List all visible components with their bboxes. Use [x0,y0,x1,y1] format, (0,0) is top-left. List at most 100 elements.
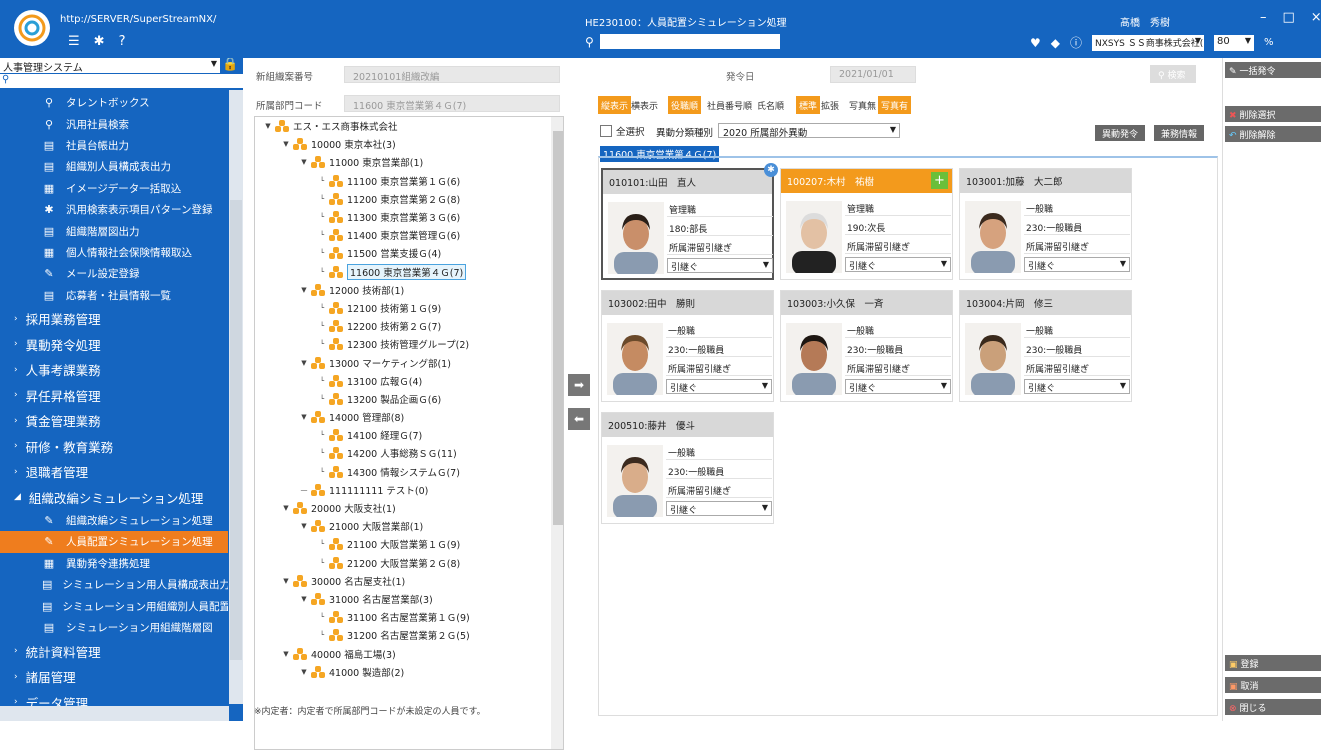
sidebar-item[interactable]: ✎ 組織改編シミュレーション処理 [0,510,228,531]
sidebar-item[interactable]: ▤ シミュレーション用組織階層図 [0,617,228,638]
tree-node[interactable]: └ 21200 大阪営業第２Ｇ(8) [255,554,550,572]
handover-select[interactable]: 引継ぐ ▼ [667,258,773,273]
view-toggle-button[interactable]: 写真無 [846,96,879,114]
tree-node[interactable]: ▼ 20000 大阪支社(1) [255,499,550,517]
tree-node[interactable]: ▼ 12000 技術部(1) [255,281,550,299]
tree-node[interactable]: └ 11300 東京営業第３Ｇ(6) [255,208,550,226]
view-toggle-button[interactable]: 拡張 [818,96,842,114]
tree-node[interactable]: └ 14100 経理Ｇ(7) [255,426,550,444]
tree-node[interactable]: ▼ 31000 名古屋営業部(3) [255,590,550,608]
register-button[interactable]: ▣ 登録 [1225,655,1321,671]
search-button[interactable]: ⚲ 検索 [1150,65,1196,83]
tree-node[interactable]: └ 11600 東京営業第４Ｇ(7) [255,263,550,281]
heart-icon[interactable]: ♥ [1030,36,1041,50]
sidebar-search-input[interactable]: ⚲ [0,74,243,88]
sidebar-item[interactable]: › 研修・教育業務 [0,433,228,459]
tree-node[interactable]: ▼ 14000 管理部(8) [255,408,550,426]
tree-node[interactable]: ▼ エス・エス商事株式会社 [255,117,550,135]
employee-card[interactable]: 100207:木村 祐樹 管理職 190:次長 所属滞留引継ぎ 引継ぐ ▼ + [780,168,953,280]
sidebar-item[interactable]: ▤ シミュレーション用組織別人員配置 [0,595,228,616]
close-button[interactable]: ⊗ 閉じる [1225,699,1321,715]
employee-card[interactable]: 103002:田中 勝則 一般職 230:一般職員 所属滞留引継ぎ 引継ぐ ▼ [601,290,774,402]
settings-badge-icon[interactable]: ✱ [764,163,778,177]
tree-scrollbar[interactable] [551,117,563,749]
select-all-checkbox[interactable]: 全選択 [600,124,645,138]
tree-node[interactable]: └ 12200 技術第２Ｇ(7) [255,317,550,335]
move-left-button[interactable]: ⬅ [568,408,590,430]
sidebar-item[interactable]: ✎ メール設定登録 [0,263,228,284]
tree-node[interactable]: └ 11500 営業支援Ｇ(4) [255,244,550,262]
expand-icon[interactable]: ▼ [281,504,291,512]
concurrent-button[interactable]: 兼務情報 [1154,125,1205,141]
expand-icon[interactable]: ▼ [299,595,309,603]
tree-node[interactable]: └ 12100 技術第１Ｇ(9) [255,299,550,317]
category-select[interactable]: 2020 所属部外異動 ▼ [718,123,900,139]
sidebar-item[interactable]: › 諸届管理 [0,664,228,690]
minimize-icon[interactable]: – [1260,10,1267,25]
sidebar-item[interactable]: ✎ 人員配置シミュレーション処理 [0,531,228,553]
expand-icon[interactable]: ▼ [263,122,273,130]
expand-icon[interactable]: ▼ [299,359,309,367]
menu-icon[interactable]: ☰ [68,34,80,49]
handover-select[interactable]: 引継ぐ ▼ [666,379,772,394]
tree-node[interactable]: ▼ 13000 マーケティング部(1) [255,353,550,371]
info-icon[interactable]: ⓘ [1070,34,1082,51]
tree-node[interactable]: └ 14300 情報システムＧ(7) [255,463,550,481]
sidebar-item[interactable]: › 昇任昇格管理 [0,382,228,408]
header-search-input[interactable] [599,34,780,49]
sidebar-item[interactable]: ▤ 社員台帳出力 [0,135,228,156]
sidebar-scrollbar[interactable] [229,90,243,704]
help-icon[interactable]: ? [119,34,126,49]
handover-select[interactable]: 引継ぐ ▼ [666,501,772,516]
expand-icon[interactable]: ▼ [281,650,291,658]
sidebar-item[interactable]: › 異動発令処理 [0,331,228,357]
tree-node[interactable]: └ 12300 技術管理グループ(2) [255,335,550,353]
sidebar-item[interactable]: ◢ 組織改編シミュレーション処理 [0,484,228,510]
sidebar-item[interactable]: › 賃金管理業務 [0,408,228,434]
tree-node[interactable]: └ 21100 大阪営業第１Ｇ(9) [255,535,550,553]
close-icon[interactable]: × [1311,10,1321,25]
tag-icon[interactable]: ◆ [1051,36,1060,50]
order-button[interactable]: 異動発令 [1095,125,1146,141]
employee-card[interactable]: 103003:小久保 一斉 一般職 230:一般職員 所属滞留引継ぎ 引継ぐ ▼ [780,290,953,402]
view-toggle-button[interactable]: 社員番号順 [704,96,755,114]
view-toggle-button[interactable]: 役職順 [668,96,702,114]
delete-select-button[interactable]: ✖ 削除選択 [1225,106,1321,122]
tree-node[interactable]: └ 11100 東京営業第１Ｇ(6) [255,172,550,190]
tree-node[interactable]: └ 31100 名古屋営業第１Ｇ(9) [255,608,550,626]
sidebar-item[interactable]: ⚲ タレントボックス [0,92,228,113]
sidebar-item[interactable]: ▦ イメージデータ一括取込 [0,178,228,199]
handover-select[interactable]: 引継ぐ ▼ [845,379,951,394]
lock-icon[interactable]: 🔒 [222,58,238,72]
gear-icon[interactable]: ✱ [94,34,105,49]
expand-icon[interactable]: ▼ [299,158,309,166]
handover-select[interactable]: 引継ぐ ▼ [1024,379,1130,394]
maximize-icon[interactable]: □ [1283,10,1295,25]
employee-card[interactable]: 103001:加藤 大二郎 一般職 230:一般職員 所属滞留引継ぎ 引継ぐ ▼ [959,168,1132,280]
sidebar-item[interactable]: ✱ 汎用検索表示項目パターン登録 [0,199,228,220]
sidebar-item[interactable]: ▦ 異動発令連携処理 [0,553,228,574]
sidebar-item[interactable]: ▦ 個人情報社会保険情報取込 [0,242,228,263]
tree-node[interactable]: ▼ 21000 大阪営業部(1) [255,517,550,535]
sidebar-item[interactable]: ▤ 組織階層図出力 [0,220,228,241]
tree-node[interactable]: — 111111111 テスト(0) [255,481,550,499]
sidebar-item[interactable]: ⚲ 汎用社員検索 [0,113,228,134]
expand-icon[interactable]: ▼ [299,286,309,294]
tree-node[interactable]: └ 11200 東京営業第２Ｇ(8) [255,190,550,208]
view-toggle-button[interactable]: 標準 [796,96,821,114]
tree-node[interactable]: └ 13100 広報Ｇ(4) [255,372,550,390]
sidebar-hscrollbar[interactable] [0,706,229,721]
tree-node[interactable]: └ 14200 人事総務ＳＧ(11) [255,444,550,462]
org-no-field[interactable]: 20210101組織改編 [344,66,560,83]
expand-icon[interactable]: ▼ [299,668,309,676]
tree-node[interactable]: └ 31200 名古屋営業第２Ｇ(5) [255,626,550,644]
cancel-button[interactable]: ▣ 取消 [1225,677,1321,693]
handover-select[interactable]: 引継ぐ ▼ [845,257,951,272]
zoom-select[interactable]: 80 ▼ [1214,34,1255,51]
tree-node[interactable]: ▼ 10000 東京本社(3) [255,135,550,153]
tree-node[interactable]: └ 11400 東京営業管理Ｇ(6) [255,226,550,244]
view-toggle-button[interactable]: 写真有 [878,96,912,114]
sidebar-item[interactable]: ▤ 組織別人員構成表出力 [0,156,228,177]
sidebar-item[interactable]: › 人事考課業務 [0,357,228,383]
tree-node[interactable]: ▼ 41000 製造部(2) [255,663,550,681]
